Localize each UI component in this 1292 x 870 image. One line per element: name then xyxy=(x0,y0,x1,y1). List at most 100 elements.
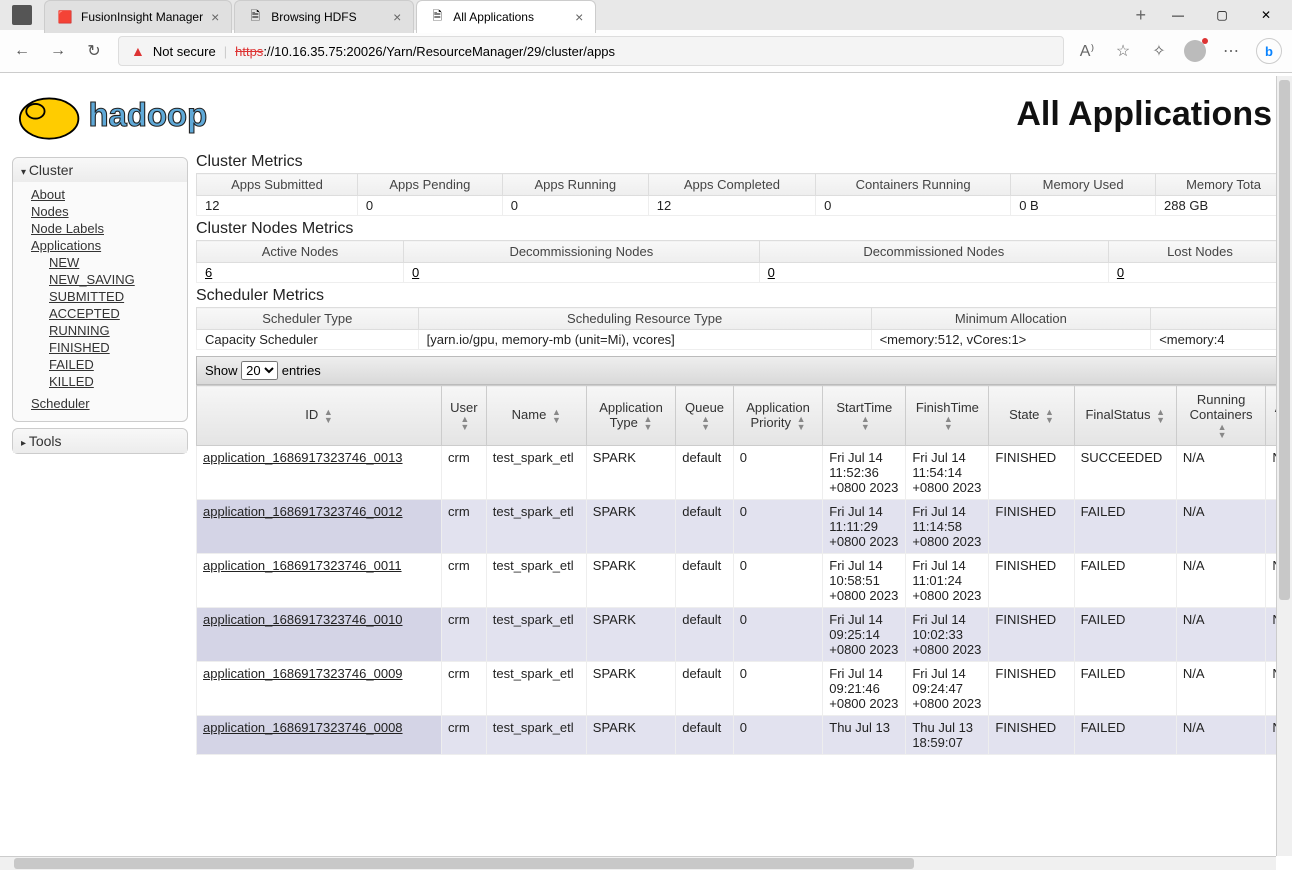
cell-state: FINISHED xyxy=(989,445,1074,499)
cell-start: Fri Jul 14 11:11:29 +0800 2023 xyxy=(823,499,906,553)
tab-close-icon[interactable]: × xyxy=(393,9,401,25)
browser-tab-0[interactable]: 🟥FusionInsight Manager× xyxy=(44,0,232,33)
apps-header-10[interactable]: Running Containers ▲▼ xyxy=(1176,386,1265,446)
svg-text:hadoop: hadoop xyxy=(88,96,207,133)
metric-value: <memory:4 xyxy=(1151,330,1292,350)
metric-value: 0 xyxy=(404,263,760,283)
cell-user: crm xyxy=(442,445,487,499)
table-row: application_1686917323746_0010crmtest_sp… xyxy=(197,607,1292,661)
horizontal-scrollbar[interactable] xyxy=(0,856,1276,870)
page-title: All Applications xyxy=(1016,95,1284,134)
cell-state: FINISHED xyxy=(989,607,1074,661)
warning-icon: ▲ xyxy=(131,43,145,59)
sidebar-subitem-finished[interactable]: FINISHED xyxy=(49,339,181,356)
app-id-link[interactable]: application_1686917323746_0013 xyxy=(203,450,403,465)
apps-header-1[interactable]: User ▲▼ xyxy=(442,386,487,446)
sidebar-subitem-new_saving[interactable]: NEW_SAVING xyxy=(49,271,181,288)
metric-value: <memory:512, vCores:1> xyxy=(871,330,1151,350)
browser-tab-2[interactable]: 🗎All Applications× xyxy=(416,0,596,33)
table-row: application_1686917323746_0008crmtest_sp… xyxy=(197,715,1292,754)
metric-link[interactable]: 0 xyxy=(412,265,419,280)
tab-favicon-icon: 🗎 xyxy=(429,9,445,25)
metric-link[interactable]: 0 xyxy=(1117,265,1124,280)
cell-queue: default xyxy=(676,661,734,715)
close-window-button[interactable]: ✕ xyxy=(1244,0,1288,30)
metric-value: 0 xyxy=(1108,263,1291,283)
sidebar-subitem-failed[interactable]: FAILED xyxy=(49,356,181,373)
extension-icon[interactable]: ✧ xyxy=(1148,40,1170,62)
not-secure-label: Not secure xyxy=(153,44,216,59)
apps-header-8[interactable]: State ▲▼ xyxy=(989,386,1074,446)
sidebar-item-about[interactable]: About xyxy=(31,186,181,203)
apps-header-5[interactable]: Application Priority ▲▼ xyxy=(733,386,822,446)
app-id-link[interactable]: application_1686917323746_0011 xyxy=(203,558,402,573)
tab-close-icon[interactable]: × xyxy=(211,9,219,25)
metric-link[interactable]: 6 xyxy=(205,265,212,280)
reload-button[interactable]: ↻ xyxy=(82,39,106,63)
sort-icon: ▲▼ xyxy=(797,415,806,431)
tab-close-icon[interactable]: × xyxy=(575,9,583,25)
metric-value: [yarn.io/gpu, memory-mb (unit=Mi), vcore… xyxy=(418,330,871,350)
favorite-icon[interactable]: ☆ xyxy=(1112,40,1134,62)
apps-header-4[interactable]: Queue ▲▼ xyxy=(676,386,734,446)
metric-value: 0 xyxy=(502,196,648,216)
sidebar-subitem-killed[interactable]: KILLED xyxy=(49,373,181,390)
sidebar-item-nodes[interactable]: Nodes xyxy=(31,203,181,220)
apps-header-9[interactable]: FinalStatus ▲▼ xyxy=(1074,386,1176,446)
metric-value: 0 B xyxy=(1011,196,1156,216)
main-content: Cluster Metrics Apps SubmittedApps Pendi… xyxy=(194,149,1292,867)
sidebar-item-scheduler[interactable]: Scheduler xyxy=(31,390,181,413)
app-id-link[interactable]: application_1686917323746_0008 xyxy=(203,720,403,735)
nodes-metrics-heading: Cluster Nodes Metrics xyxy=(196,220,1292,238)
read-aloud-icon[interactable]: A⁾ xyxy=(1076,40,1098,62)
sidebar-item-applications[interactable]: Applications xyxy=(31,237,181,254)
entries-select[interactable]: 20 xyxy=(241,361,278,380)
metric-header: Apps Completed xyxy=(648,174,815,196)
sidebar-subitem-accepted[interactable]: ACCEPTED xyxy=(49,305,181,322)
sidebar-subitem-new[interactable]: NEW xyxy=(49,254,181,271)
apps-header-6[interactable]: StartTime ▲▼ xyxy=(823,386,906,446)
metric-link[interactable]: 0 xyxy=(768,265,775,280)
apps-header-0[interactable]: ID ▲▼ xyxy=(197,386,442,446)
sort-icon: ▲▼ xyxy=(861,415,870,431)
metric-value: 288 GB xyxy=(1156,196,1292,216)
app-id-link[interactable]: application_1686917323746_0010 xyxy=(203,612,403,627)
profile-avatar-icon[interactable] xyxy=(1184,40,1206,62)
content-row: Cluster About Nodes Node Labels Applicat… xyxy=(0,149,1292,867)
sidebar-item-node-labels[interactable]: Node Labels xyxy=(31,220,181,237)
app-id-link[interactable]: application_1686917323746_0009 xyxy=(203,666,403,681)
metric-header: Lost Nodes xyxy=(1108,241,1291,263)
apps-header-2[interactable]: Name ▲▼ xyxy=(486,386,586,446)
header-row: hadoop All Applications xyxy=(0,73,1292,149)
cell-rc: N/A xyxy=(1176,445,1265,499)
back-button[interactable]: ← xyxy=(10,39,34,63)
cell-final: FAILED xyxy=(1074,607,1176,661)
cell-name: test_spark_etl xyxy=(486,661,586,715)
cell-id: application_1686917323746_0008 xyxy=(197,715,442,754)
cell-prio: 0 xyxy=(733,499,822,553)
sidebar-tools-box: Tools xyxy=(12,428,188,454)
more-menu-icon[interactable]: ⋯ xyxy=(1220,40,1242,62)
vertical-scrollbar[interactable] xyxy=(1276,76,1292,856)
sidebar-cluster-title[interactable]: Cluster xyxy=(13,158,187,182)
minimize-button[interactable]: — xyxy=(1156,0,1200,30)
new-tab-button[interactable]: + xyxy=(1125,0,1156,32)
app-id-link[interactable]: application_1686917323746_0012 xyxy=(203,504,403,519)
apps-header-7[interactable]: FinishTime ▲▼ xyxy=(906,386,989,446)
sidebar-subitem-running[interactable]: RUNNING xyxy=(49,322,181,339)
sidebar-subitem-submitted[interactable]: SUBMITTED xyxy=(49,288,181,305)
browser-tab-1[interactable]: 🗎Browsing HDFS× xyxy=(234,0,414,33)
sidebar-tools-title[interactable]: Tools xyxy=(13,429,187,453)
url-bar[interactable]: ▲ Not secure | https://10.16.35.75:20026… xyxy=(118,36,1064,66)
cell-rc: N/A xyxy=(1176,715,1265,754)
sort-icon: ▲▼ xyxy=(460,415,469,431)
forward-button[interactable]: → xyxy=(46,39,70,63)
cell-state: FINISHED xyxy=(989,661,1074,715)
metric-header: Containers Running xyxy=(816,174,1011,196)
cell-prio: 0 xyxy=(733,715,822,754)
bing-icon[interactable]: b xyxy=(1256,38,1282,64)
metric-value: Capacity Scheduler xyxy=(197,330,419,350)
maximize-button[interactable]: ▢ xyxy=(1200,0,1244,30)
apps-header-3[interactable]: Application Type ▲▼ xyxy=(586,386,675,446)
hadoop-logo: hadoop xyxy=(8,79,308,149)
